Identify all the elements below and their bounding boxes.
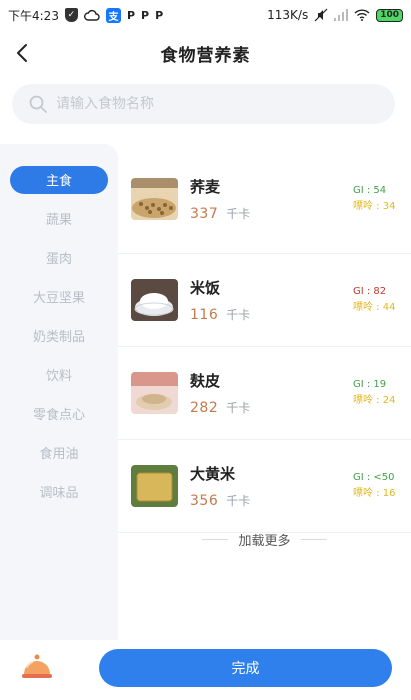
sidebar-item-drinks[interactable]: 饮料	[0, 355, 118, 394]
gi-value: GI : 54	[353, 184, 387, 196]
calorie-unit: 千卡	[226, 494, 251, 508]
gi-value: GI : 82	[353, 286, 387, 297]
food-image-rice	[131, 279, 178, 321]
food-index: GI : 19 嘌呤 : 24	[353, 377, 401, 409]
parking-p-icon: P	[126, 8, 136, 22]
calorie-unit: 千卡	[226, 206, 251, 221]
sidebar-item-soy-nuts[interactable]: 大豆坚果	[0, 277, 118, 316]
battery-icon: 100	[376, 8, 403, 22]
calorie-value: 282	[190, 400, 219, 416]
purine-value: 嘌呤 : 44	[353, 302, 396, 313]
food-index: GI : 82 嘌呤 : 44	[353, 284, 401, 316]
parking-p-icon: P	[141, 8, 150, 22]
food-image-bran	[131, 372, 178, 414]
search-icon	[28, 94, 48, 114]
wifi-icon	[354, 9, 370, 21]
network-speed: 113K/s	[267, 8, 309, 22]
list-item[interactable]: 麸皮 282 千卡 GI : 19 嘌呤 : 24	[118, 347, 411, 440]
category-sidebar: 主食 蔬果 蛋肉 大豆坚果 奶类制品 饮料 零食点心 食用油 调味品	[0, 144, 118, 644]
divider	[202, 539, 229, 540]
food-list: 荞麦 337 千卡 GI : 54 嘌呤 : 34 米饭 116 千卡 GI :…	[118, 144, 411, 533]
gi-value: GI : <50	[353, 472, 395, 483]
purine-value: 嘌呤 : 24	[353, 395, 396, 406]
sidebar-item-label: 奶类制品	[32, 330, 85, 345]
shield-icon: ✓	[64, 8, 78, 22]
calorie-value: 337	[190, 205, 219, 222]
sidebar-item-label: 主食	[10, 165, 108, 194]
load-more[interactable]: 加载更多	[118, 530, 411, 549]
list-item[interactable]: 荞麦 337 千卡 GI : 54 嘌呤 : 34	[118, 144, 411, 254]
sidebar-item-label: 调味品	[39, 486, 79, 501]
category-list: 主食 蔬果 蛋肉 大豆坚果 奶类制品 饮料 零食点心 食用油 调味品	[0, 144, 118, 511]
cloud-icon	[83, 9, 100, 21]
sidebar-item-seasoning[interactable]: 调味品	[0, 472, 118, 511]
sidebar-item-label: 大豆坚果	[32, 291, 85, 306]
parking-p-icon: P	[155, 8, 164, 22]
bottom-bar: 完成	[0, 640, 411, 700]
calorie-unit: 千卡	[226, 308, 251, 322]
sidebar-item-dairy[interactable]: 奶类制品	[0, 316, 118, 355]
done-button[interactable]: 完成	[99, 649, 392, 687]
purine-value: 嘌呤 : 34	[353, 200, 396, 212]
back-arrow-icon[interactable]	[10, 40, 36, 66]
status-bar-left: 下午4:23 ✓ 支 P P P	[8, 7, 163, 24]
search-input[interactable]	[56, 96, 356, 112]
sidebar-item-fruits-vegetables[interactable]: 蔬果	[0, 199, 118, 238]
mute-icon	[314, 8, 328, 22]
food-index: GI : 54 嘌呤 : 34	[353, 183, 401, 215]
status-bar-right: 113K/s 100	[267, 8, 403, 22]
alipay-icon: 支	[105, 7, 121, 23]
search-bar[interactable]	[12, 84, 395, 124]
sidebar-item-label: 饮料	[45, 369, 72, 384]
food-image-buckwheat	[131, 177, 178, 220]
food-index: GI : <50 嘌呤 : 16	[353, 470, 401, 502]
page-title: 食物营养素	[160, 45, 251, 66]
gi-value: GI : 19	[353, 379, 387, 390]
sidebar-item-label: 蔬果	[45, 213, 72, 228]
calorie-unit: 千卡	[226, 401, 251, 415]
load-more-label: 加载更多	[238, 534, 291, 549]
sidebar-item-label: 食用油	[39, 447, 79, 462]
calorie-value: 356	[190, 493, 219, 509]
calorie-value: 116	[190, 307, 219, 323]
food-image-millet	[131, 465, 178, 507]
sidebar-item-eggs-meat[interactable]: 蛋肉	[0, 238, 118, 277]
sidebar-item-cooking-oil[interactable]: 食用油	[0, 433, 118, 472]
purine-value: 嘌呤 : 16	[353, 488, 396, 499]
list-item[interactable]: 米饭 116 千卡 GI : 82 嘌呤 : 44	[118, 254, 411, 347]
list-item[interactable]: 大黄米 356 千卡 GI : <50 嘌呤 : 16	[118, 440, 411, 533]
food-cloche-icon[interactable]	[20, 650, 54, 684]
status-time: 下午4:23	[8, 8, 59, 23]
sidebar-item-label: 零食点心	[32, 408, 85, 423]
divider	[300, 539, 327, 540]
sidebar-item-label: 蛋肉	[45, 252, 72, 267]
sidebar-item-staple[interactable]: 主食	[0, 160, 118, 199]
header: 食物营养素	[0, 30, 411, 76]
status-bar: 下午4:23 ✓ 支 P P P 113K/s 100	[0, 0, 411, 30]
sidebar-item-snacks[interactable]: 零食点心	[0, 394, 118, 433]
signal-icon	[334, 9, 349, 21]
